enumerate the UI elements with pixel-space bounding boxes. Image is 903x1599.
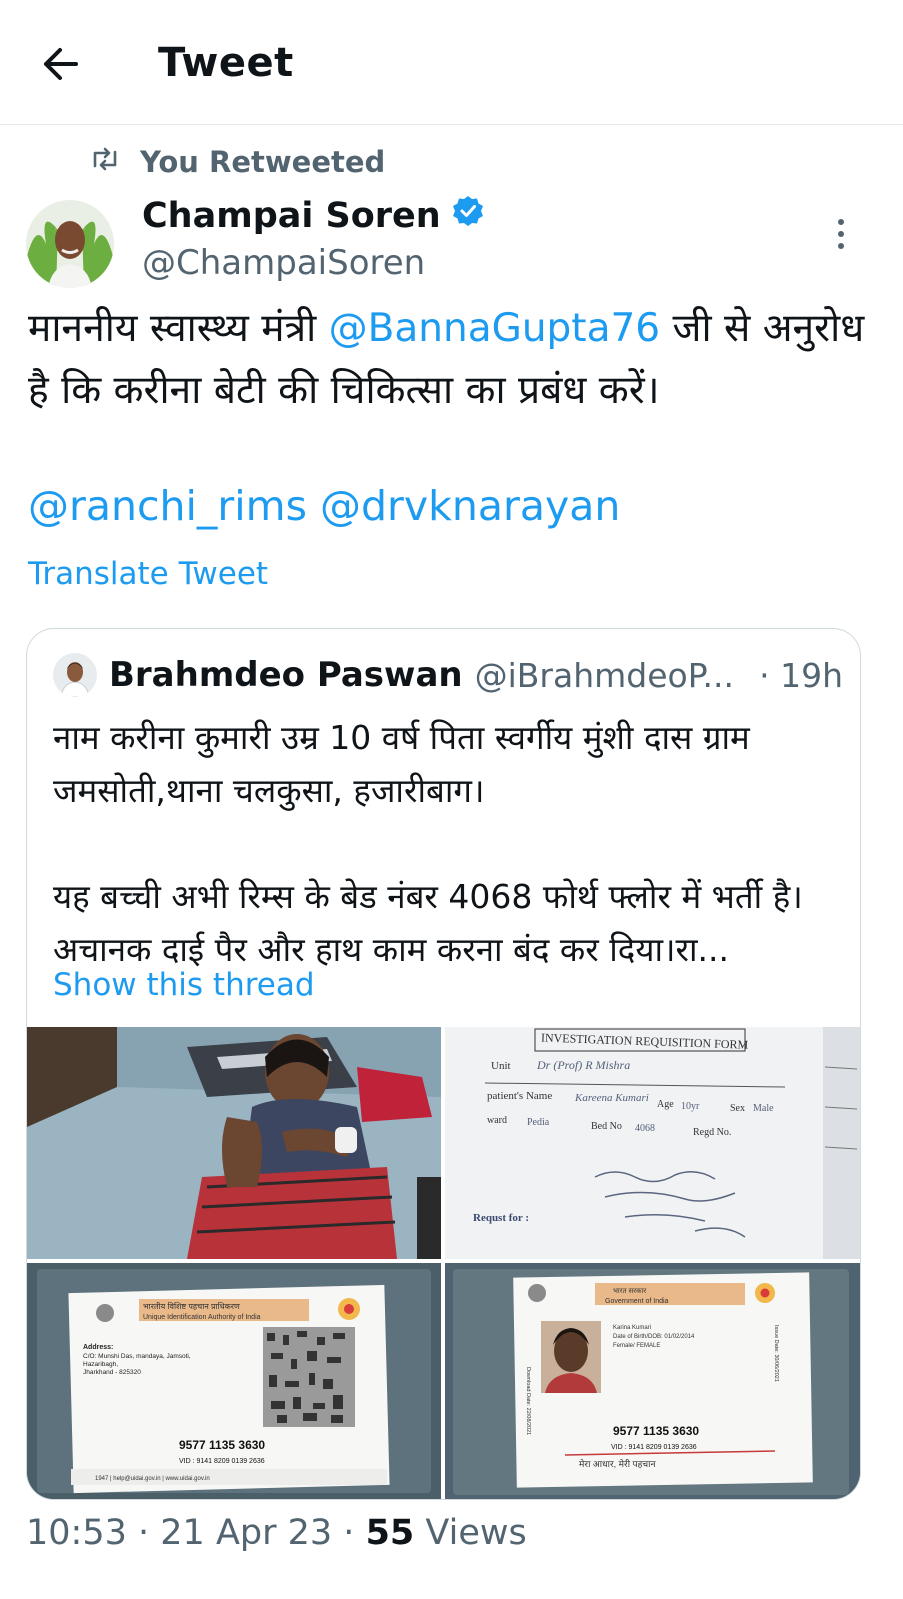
aadhaar-back-authority-hi: भारतीय विशिष्ट पहचान प्राधिकरण	[143, 1301, 240, 1311]
views-count[interactable]: 55	[366, 1513, 415, 1553]
form-bed-value: 4068	[635, 1123, 655, 1134]
top-bar: Tweet	[0, 0, 903, 125]
quoted-avatar[interactable]	[53, 653, 97, 697]
form-ward-value: Pedia	[527, 1117, 550, 1128]
verified-badge-icon	[451, 194, 485, 237]
aadhaar-back-authority-en: Unique Identification Authority of India	[143, 1314, 261, 1321]
aadhaar-front-slogan: मेरा आधार, मेरी पहचान	[579, 1458, 656, 1469]
aadhaar-back-address-line1: C/O: Munshi Das, mandaya, Jamsoti,	[83, 1353, 191, 1360]
form-unit-label: Unit	[491, 1060, 511, 1072]
tweet-meta: 10:53 · 21 Apr 23 · 55 Views	[26, 1513, 527, 1553]
aadhaar-front-issue-date: Issue Date: 30/06/2021	[773, 1325, 779, 1382]
aadhaar-back-vid: VID : 9141 8209 0139 2636	[179, 1458, 265, 1465]
author-name-text[interactable]: Champai Soren	[142, 196, 441, 236]
aadhaar-front-vid: VID : 9141 8209 0139 2636	[611, 1444, 697, 1451]
quoted-timestamp[interactable]: · 19h	[759, 656, 843, 695]
form-age-label: Age	[657, 1099, 674, 1110]
tweet-date[interactable]: 21 Apr 23	[160, 1513, 332, 1553]
views-label[interactable]: Views	[425, 1513, 526, 1553]
retweet-context: You Retweeted	[90, 144, 385, 180]
mentions-line[interactable]: @ranchi_rims @drvknarayan	[28, 482, 620, 530]
aadhaar-front-download-date: Download Date: 22/08/2021	[525, 1367, 531, 1435]
aadhaar-back-number: 9577 1135 3630	[179, 1438, 265, 1452]
form-regd-label: Regd No.	[693, 1127, 731, 1138]
form-ward-label: ward	[487, 1115, 507, 1126]
form-sex-value: Male	[753, 1103, 774, 1114]
form-bed-label: Bed No	[591, 1121, 622, 1132]
aadhaar-front-gender: Female/ FEMALE	[613, 1343, 660, 1349]
aadhaar-front-gov-hi: भारत सरकार	[613, 1288, 646, 1295]
avatar[interactable]	[26, 200, 114, 288]
form-sex-label: Sex	[730, 1103, 745, 1114]
author-name[interactable]: Champai Soren	[142, 194, 485, 237]
quoted-text-line2: यह बच्ची अभी रिम्स के बेड नंबर 4068 फोर्…	[53, 877, 803, 969]
photo-aadhaar-front[interactable]: भारत सरकार Government of India Download …	[445, 1263, 860, 1499]
back-arrow-icon[interactable]	[38, 44, 82, 84]
aadhaar-front-number: 9577 1135 3630	[613, 1424, 699, 1438]
photo-aadhaar-back[interactable]: भारतीय विशिष्ट पहचान प्राधिकरण Unique Id…	[27, 1263, 441, 1499]
quoted-text-spacer	[53, 817, 843, 870]
photo-requisition-form[interactable]: INVESTIGATION REQUISITION FORM Unit Dr (…	[445, 1027, 860, 1259]
author-handle[interactable]: @ChampaiSoren	[142, 243, 425, 283]
quoted-author-handle[interactable]: @iBrahmdeoP...	[475, 656, 734, 695]
aadhaar-back-address-label: Address:	[83, 1344, 113, 1351]
tweet-time[interactable]: 10:53	[26, 1513, 127, 1553]
quoted-text-line1: नाम करीना कुमारी उम्र 10 वर्ष पिता स्वर्…	[53, 718, 750, 810]
aadhaar-front-name: Karina Kumari	[613, 1325, 651, 1331]
media-grid: INVESTIGATION REQUISITION FORM Unit Dr (…	[27, 1027, 860, 1499]
aadhaar-back-footer: 1947 | help@uidai.gov.in | www.uidai.gov…	[95, 1476, 210, 1482]
retweet-context-label: You Retweeted	[140, 145, 386, 179]
more-options-icon[interactable]	[832, 214, 850, 254]
aadhaar-back-address-line2: Hazaribagh,	[83, 1361, 118, 1368]
quoted-tweet-header: Brahmdeo Paswan @iBrahmdeoP... · 19h	[53, 653, 843, 697]
quoted-author-name[interactable]: Brahmdeo Paswan	[109, 655, 463, 695]
aadhaar-front-dob: Date of Birth/DOB: 01/02/2014	[613, 1334, 695, 1340]
page-title: Tweet	[158, 40, 294, 86]
form-patient-value: Kareena Kumari	[574, 1092, 649, 1104]
tweet-text-prefix: माननीय स्वास्थ्य मंत्री	[28, 306, 329, 351]
aadhaar-back-address-line3: Jharkhand - 825320	[83, 1369, 141, 1376]
show-thread-link[interactable]: Show this thread	[53, 967, 315, 1003]
quoted-text: नाम करीना कुमारी उम्र 10 वर्ष पिता स्वर्…	[53, 711, 843, 976]
retweet-icon	[90, 145, 120, 179]
translate-tweet-link[interactable]: Translate Tweet	[28, 556, 268, 592]
aadhaar-front-gov-en: Government of India	[605, 1298, 669, 1305]
form-unit-value: Dr (Prof) R Mishra	[536, 1058, 630, 1072]
quoted-tweet[interactable]: Brahmdeo Paswan @iBrahmdeoP... · 19h नाम…	[26, 628, 861, 1500]
photo-child-hospital[interactable]	[27, 1027, 441, 1259]
meta-separator: ·	[343, 1513, 366, 1553]
form-patient-label: patient's Name	[487, 1090, 552, 1102]
meta-separator: ·	[138, 1513, 161, 1553]
tweet-text: माननीय स्वास्थ्य मंत्री @BannaGupta76 जी…	[28, 298, 878, 422]
mention-link[interactable]: @BannaGupta76	[329, 306, 661, 351]
form-request-label: Requst for :	[473, 1212, 529, 1224]
form-age-value: 10yr	[681, 1101, 700, 1112]
